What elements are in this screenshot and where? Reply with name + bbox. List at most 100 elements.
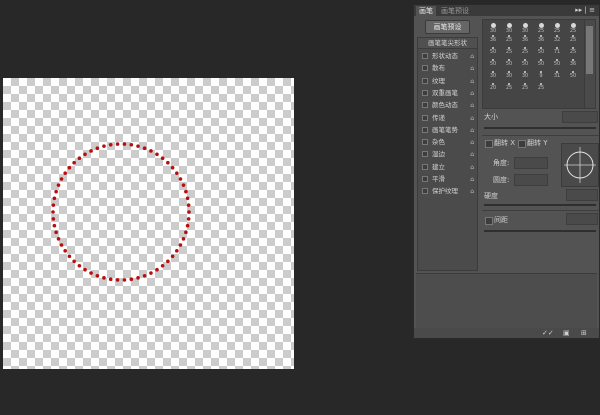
lock-icon[interactable]: ⌂ [470,113,474,124]
brush-tip[interactable]: 50 [534,59,548,69]
brush-tip[interactable]: 25 [534,23,548,34]
brush-tip[interactable]: 25 [502,35,516,45]
hardness-slider[interactable] [484,204,596,206]
list-item[interactable]: 散布 ⌂ [418,63,477,74]
list-item[interactable]: 平滑 ⌂ [418,174,477,185]
brush-tip[interactable]: 50 [534,47,548,57]
list-item-checkbox[interactable] [422,77,428,84]
list-item[interactable]: 建立 ⌂ [418,162,477,173]
create-brush-icon[interactable]: ⊞ [581,328,587,338]
panel-menu-icon[interactable]: ▸▸ | ≡ [575,5,595,16]
brush-tip[interactable]: 50 [486,59,500,69]
brush-presets-button[interactable]: 画笔预设 [425,20,470,34]
lock-icon[interactable]: ⌂ [470,125,474,136]
spacing-slider[interactable] [484,230,596,232]
size-slider[interactable] [484,127,596,129]
lock-icon[interactable]: ⌂ [470,51,474,62]
spacing-input[interactable] [566,213,598,225]
brush-tip[interactable]: 50 [486,47,500,57]
list-item[interactable]: 纹理 ⌂ [418,76,477,87]
brush-tip[interactable]: 20 [486,83,500,93]
list-item[interactable]: 传递 ⌂ [418,113,477,124]
lock-icon[interactable]: ⌂ [470,162,474,173]
brush-tip[interactable]: 25 [502,83,516,93]
brush-tip[interactable]: 36 [486,35,500,45]
lock-icon[interactable]: ⌂ [470,100,474,111]
brush-tip[interactable]: 25 [566,35,580,45]
brush-tip[interactable]: 36 [534,35,548,45]
document-canvas[interactable] [3,78,294,369]
brush-tip-size: 31 [553,73,561,79]
brush-tip[interactable]: 50 [566,71,580,81]
brush-tip[interactable]: 30 [518,71,532,81]
angle-roundness-widget[interactable] [561,143,599,187]
tab-brush-presets[interactable]: 画笔预设 [438,6,472,16]
list-item[interactable]: 颜色动态 ⌂ [418,100,477,111]
brush-dot [178,243,183,247]
brush-tip[interactable]: 71 [550,47,564,57]
list-item[interactable]: 杂色 ⌂ [418,137,477,148]
spacing-checkbox[interactable] [485,217,493,225]
brush-tip-size: 25 [569,37,577,43]
brush-tip[interactable]: 30 [486,71,500,81]
lock-icon[interactable]: ⌂ [470,76,474,87]
list-item-checkbox[interactable] [422,151,428,158]
brush-tip[interactable]: 25 [566,23,580,34]
scrollbar-thumb[interactable] [586,26,593,74]
brush-dot [122,278,127,282]
list-item[interactable]: 画笔笔势 ⌂ [418,125,477,136]
list-item-checkbox[interactable] [422,139,428,146]
lock-icon[interactable]: ⌂ [470,137,474,148]
brush-dot [136,144,140,148]
brush-tip[interactable]: 36 [566,59,580,69]
list-item-checkbox[interactable] [422,163,428,170]
brush-tip[interactable]: 25 [534,83,548,93]
list-item-checkbox[interactable] [422,176,428,182]
lock-icon[interactable]: ⌂ [470,186,474,197]
brush-tip-grid[interactable]: 30 30 30 25 25 25 36 25 36 36 32 25 50 25 25 50 71 25 50 50… [482,19,585,109]
tab-brush[interactable]: 画笔 [416,6,436,16]
list-item-checkbox[interactable] [422,53,428,59]
size-input[interactable] [562,111,598,123]
hardness-input[interactable] [566,189,598,201]
lock-icon[interactable]: ⌂ [470,174,474,185]
list-item[interactable]: 湿边 ⌂ [418,149,477,160]
brush-tip-size: 50 [537,49,545,55]
angle-input[interactable] [514,157,548,169]
brush-tip[interactable]: 9 [534,71,548,81]
flip-y-checkbox[interactable] [518,140,526,148]
brush-tip[interactable]: 50 [550,59,564,69]
list-item-tip-shape[interactable]: 画笔笔尖形状 [418,38,477,49]
lock-icon[interactable]: ⌂ [470,88,474,99]
brush-tip[interactable]: 30 [518,23,532,34]
brush-tip[interactable]: 30 [486,23,500,34]
list-item-checkbox[interactable] [422,65,428,72]
roundness-input[interactable] [514,174,548,186]
brush-tip[interactable]: 25 [518,47,532,57]
brush-tip[interactable]: 32 [550,35,564,45]
list-item-checkbox[interactable] [422,114,428,121]
lock-icon[interactable]: ⌂ [470,149,474,160]
brush-grid-icon[interactable]: ▣ [563,328,570,338]
brush-tip[interactable]: 25 [502,47,516,57]
brush-tip[interactable]: 25 [550,23,564,34]
brush-tip[interactable]: 30 [502,71,516,81]
list-item-checkbox[interactable] [422,89,428,96]
brush-tip[interactable]: 50 [518,59,532,69]
tip-grid-scrollbar[interactable] [584,19,596,109]
brush-tip[interactable]: 31 [550,71,564,81]
list-item-checkbox[interactable] [422,126,428,133]
brush-tip[interactable]: 36 [518,35,532,45]
brush-tip[interactable]: 50 [502,59,516,69]
list-item[interactable]: 保护纹理 ⌂ [418,186,477,197]
brush-tip[interactable]: 30 [502,23,516,34]
flip-x-checkbox[interactable] [485,140,493,148]
toggle-live-tip-icon[interactable]: ✓✓ [542,328,554,338]
list-item-checkbox[interactable] [422,188,428,195]
brush-tip[interactable]: 25 [566,47,580,57]
list-item-checkbox[interactable] [422,102,428,109]
lock-icon[interactable]: ⌂ [470,63,474,74]
brush-tip[interactable]: 25 [518,83,532,93]
list-item[interactable]: 形状动态 ⌂ [418,51,477,62]
list-item[interactable]: 双重画笔 ⌂ [418,88,477,99]
